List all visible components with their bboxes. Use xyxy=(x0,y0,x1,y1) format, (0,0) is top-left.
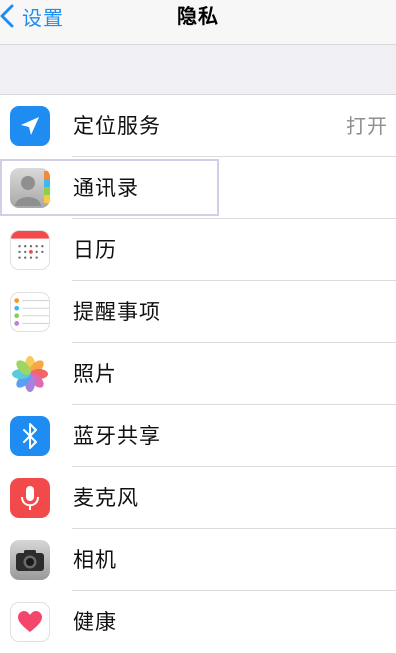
row-reminders[interactable]: 提醒事项 xyxy=(0,281,396,343)
contacts-icon xyxy=(10,168,50,208)
row-label: 定位服务 xyxy=(73,114,161,138)
health-heart-icon xyxy=(10,602,50,642)
privacy-settings-list: 定位服务 打开 通讯录 日历 提醒事项 照片 蓝牙共享 麦克风 相机 健康 xyxy=(0,94,396,653)
row-label: 日历 xyxy=(73,238,117,262)
page-title: 隐私 xyxy=(177,4,219,28)
row-label: 健康 xyxy=(73,610,117,634)
row-microphone[interactable]: 麦克风 xyxy=(0,467,396,529)
row-photos[interactable]: 照片 xyxy=(0,343,396,405)
location-arrow-icon xyxy=(10,106,50,146)
row-label: 蓝牙共享 xyxy=(73,424,161,448)
row-label: 相机 xyxy=(73,548,117,572)
calendar-icon xyxy=(10,230,50,270)
row-detail-status: 打开 xyxy=(346,114,388,138)
row-location-services[interactable]: 定位服务 打开 xyxy=(0,95,396,157)
row-health[interactable]: 健康 xyxy=(0,591,396,653)
bluetooth-icon xyxy=(10,416,50,456)
row-camera[interactable]: 相机 xyxy=(0,529,396,591)
row-calendar[interactable]: 日历 xyxy=(0,219,396,281)
photos-icon xyxy=(10,354,50,394)
row-bluetooth-sharing[interactable]: 蓝牙共享 xyxy=(0,405,396,467)
row-label: 麦克风 xyxy=(73,486,139,510)
row-label: 通讯录 xyxy=(73,176,139,200)
row-label: 照片 xyxy=(73,362,117,386)
row-label: 提醒事项 xyxy=(73,300,161,324)
microphone-icon xyxy=(10,478,50,518)
camera-icon xyxy=(10,540,50,580)
row-contacts[interactable]: 通讯录 xyxy=(0,157,396,219)
reminders-icon xyxy=(10,292,50,332)
navigation-bar: 设置 隐私 xyxy=(0,0,396,45)
